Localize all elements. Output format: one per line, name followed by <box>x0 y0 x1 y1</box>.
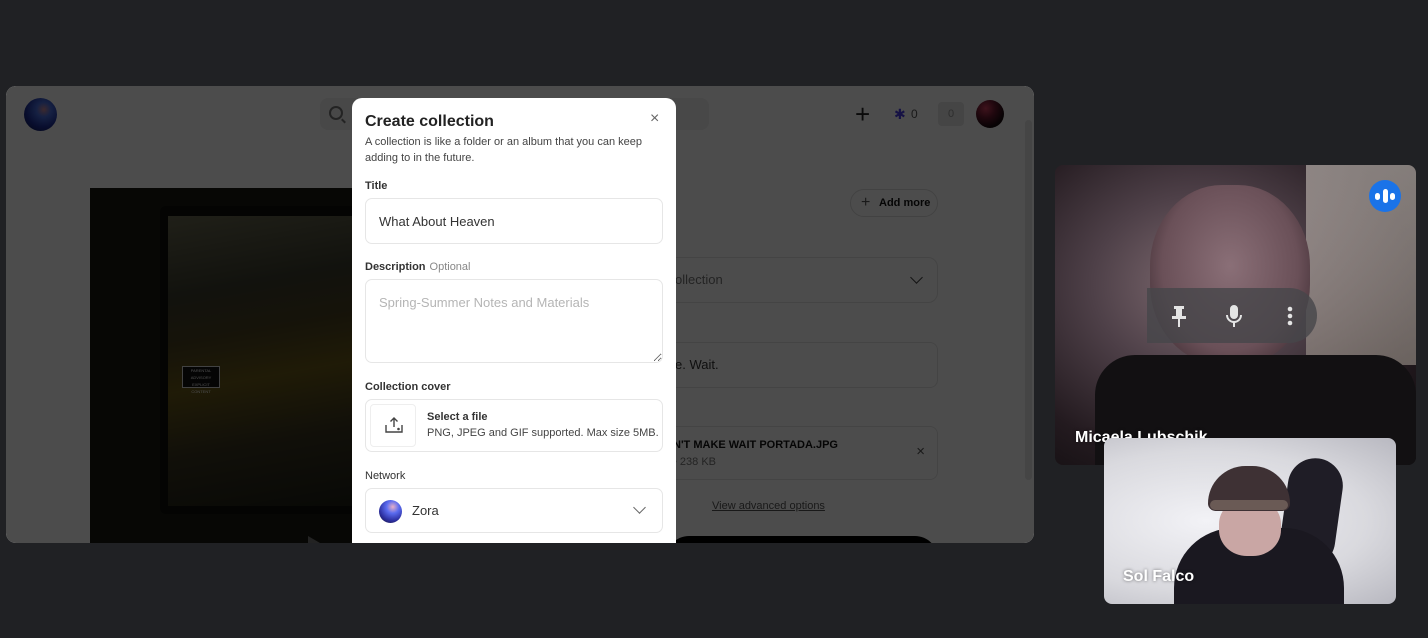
zora-network-icon <box>379 500 402 523</box>
modal-subtitle: A collection is like a folder or an albu… <box>365 136 642 164</box>
network-label: Network <box>365 470 406 482</box>
description-label-text: Description <box>365 261 426 273</box>
participant-tile-sol[interactable]: Sol Falco <box>1104 438 1396 604</box>
title-label: Title <box>365 180 388 192</box>
cover-label: Collection cover <box>365 381 451 393</box>
microphone-icon[interactable] <box>1224 304 1244 328</box>
chevron-down-icon <box>633 501 646 514</box>
tile-hover-controls <box>1147 288 1317 343</box>
upload-icon-box <box>370 404 416 447</box>
create-collection-modal: Create collection × A collection is like… <box>352 98 676 543</box>
close-icon[interactable]: × <box>650 110 659 128</box>
upload-icon <box>385 417 403 433</box>
cover-select-title: Select a file <box>427 411 488 423</box>
participant-tile-micaela[interactable]: Micaela Lubschik <box>1055 165 1416 465</box>
participant-video-brim <box>1210 500 1288 510</box>
network-value: Zora <box>412 503 439 518</box>
cover-upload-button[interactable]: Select a file PNG, JPEG and GIF supporte… <box>365 399 663 452</box>
network-select[interactable]: Zora <box>365 488 663 533</box>
optional-tag: Optional <box>429 261 471 273</box>
cover-hint: PNG, JPEG and GIF supported. Max size 5M… <box>427 427 659 439</box>
description-label: Description Optional <box>365 261 471 273</box>
title-input[interactable] <box>365 198 663 244</box>
more-options-icon[interactable] <box>1280 304 1300 328</box>
pin-icon[interactable] <box>1169 304 1189 328</box>
participant-name: Sol Falco <box>1123 568 1195 585</box>
modal-title: Create collection <box>365 113 494 130</box>
speaking-indicator-icon <box>1369 180 1401 212</box>
description-textarea[interactable] <box>365 279 663 363</box>
